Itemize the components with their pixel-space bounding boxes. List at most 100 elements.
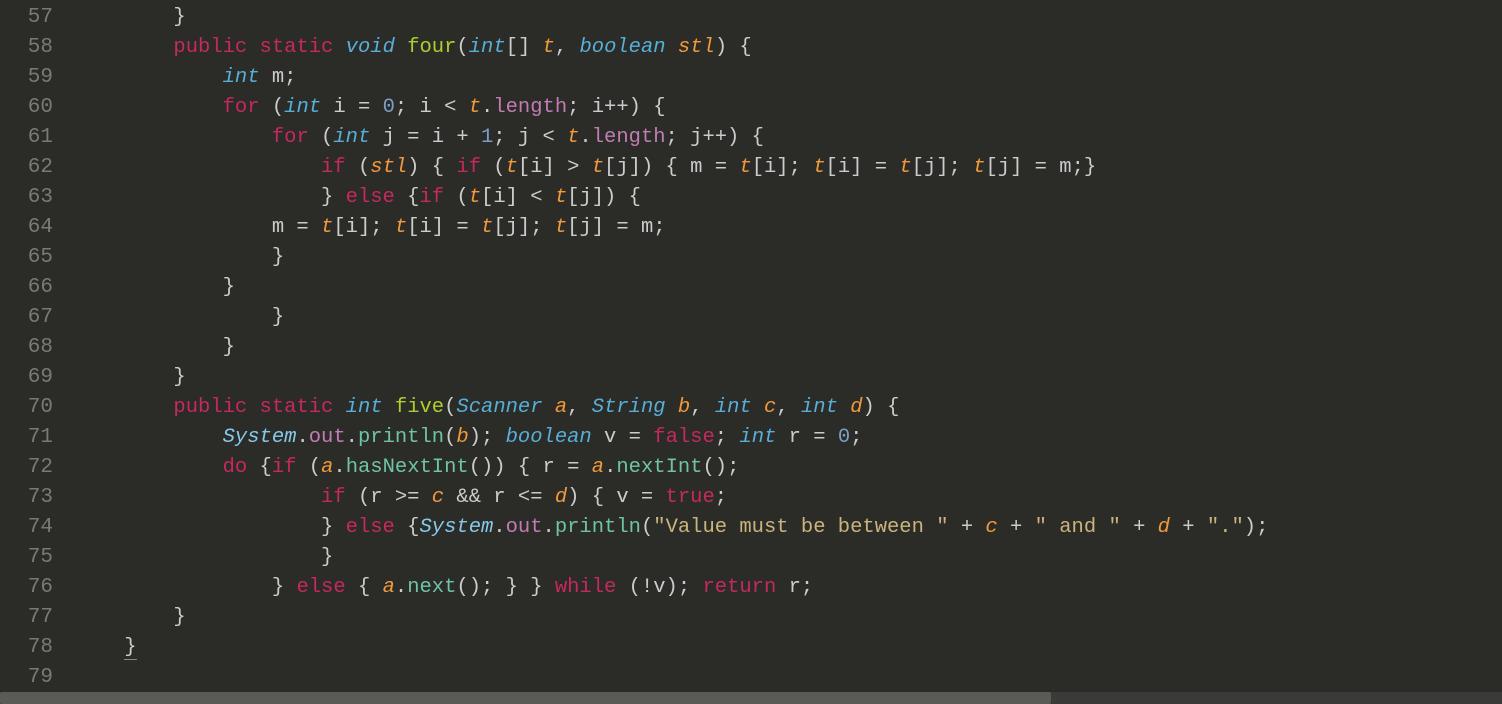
token-vd: + [1121,516,1158,539]
token-br: ( [309,126,334,149]
token-pm: d [555,486,567,509]
code-line[interactable]: for (int i = 0; i < t.length; i++) { [75,93,1502,123]
token-pm: t [973,156,985,179]
token-k: else [296,576,345,599]
code-line[interactable]: public static int five(Scanner a, String… [75,393,1502,423]
line-number: 76 [0,573,53,603]
token-k: if [419,186,444,209]
token-fld: out [309,426,346,449]
code-line[interactable]: } [75,543,1502,573]
line-number: 79 [0,663,53,693]
code-line[interactable]: } else {if (t[i] < t[j]) { [75,183,1502,213]
token-vd: ; i++) { [567,96,665,119]
code-line[interactable]: } [75,603,1502,633]
token-pm: a [555,396,567,419]
line-number: 70 [0,393,53,423]
token-br: ( [260,96,285,119]
token-kt: int [346,396,383,419]
token-br: ) { [407,156,456,179]
token-vd: && r <= [444,486,555,509]
line-number: 69 [0,363,53,393]
code-line[interactable]: if (r >= c && r <= d) { v = true; [75,483,1502,513]
line-number: 60 [0,93,53,123]
token-vd: (r >= [346,486,432,509]
token-k: static [260,396,334,419]
token-k: public [173,36,247,59]
code-line[interactable]: } [75,273,1502,303]
token-vd: ; [715,486,727,509]
token-cf: false [653,426,715,449]
line-number: 73 [0,483,53,513]
code-line[interactable]: m = t[i]; t[i] = t[j]; t[j] = m; [75,213,1502,243]
code-editor[interactable]: 5758596061626364656667686970717273747576… [0,0,1502,704]
token-k: if [456,156,481,179]
token-fn: five [395,396,444,419]
token-br: ( [641,516,653,539]
token-mn: hasNextInt [346,456,469,479]
token-pl [333,36,345,59]
token-pl [75,396,173,419]
code-line[interactable]: if (stl) { if (t[i] > t[j]) { m = t[i]; … [75,153,1502,183]
code-line[interactable]: public static void four(int[] t, boolean… [75,33,1502,63]
horizontal-scrollbar-thumb[interactable] [0,692,1051,704]
token-kt: int [333,126,370,149]
token-vd: [i] = [407,216,481,239]
token-nm: 0 [383,96,395,119]
token-vd: ); [1244,516,1269,539]
token-k: if [321,156,346,179]
code-line[interactable]: System.out.println(b); boolean v = false… [75,423,1502,453]
token-pm: t [395,216,407,239]
token-pl [543,396,555,419]
code-line[interactable]: } [75,363,1502,393]
token-k: else [346,516,395,539]
token-vd: (); } } [456,576,554,599]
token-vd: + [998,516,1035,539]
token-pl [75,486,321,509]
token-pm: c [432,486,444,509]
token-pm: t [813,156,825,179]
code-line[interactable]: } else {System.out.println("Value must b… [75,513,1502,543]
token-st: " and " [1035,516,1121,539]
token-pm: c [764,396,776,419]
token-mn: println [358,426,444,449]
token-vd: [i]; [752,156,814,179]
code-line[interactable]: } else { a.next(); } } while (!v); retur… [75,573,1502,603]
token-pm: a [383,576,395,599]
token-br: ( [444,186,469,209]
token-pl [75,66,223,89]
token-kt: int [715,396,752,419]
token-vd: [i] < [481,186,555,209]
token-vd: + [1170,516,1207,539]
token-pm: t [739,156,751,179]
line-number: 72 [0,453,53,483]
token-kt: boolean [506,426,592,449]
token-vd: ; [850,426,862,449]
token-br: } [75,546,333,569]
token-pm: a [321,456,333,479]
token-pl [333,396,345,419]
token-pm: t [506,156,518,179]
code-line[interactable]: int m; [75,63,1502,93]
token-pm: stl [678,36,715,59]
token-vd: . [543,516,555,539]
horizontal-scrollbar[interactable] [0,692,1502,704]
token-br: } [173,6,185,29]
code-line[interactable]: } [75,243,1502,273]
code-line[interactable]: for (int j = i + 1; j < t.length; j++) { [75,123,1502,153]
line-number: 66 [0,273,53,303]
code-line[interactable]: } [75,633,1502,663]
token-vd: ; [715,426,740,449]
token-pm: d [1158,516,1170,539]
token-mn: next [407,576,456,599]
token-vd: ; j < [493,126,567,149]
code-line[interactable] [75,663,1502,693]
code-line[interactable]: } [75,3,1502,33]
code-area[interactable]: } public static void four(int[] t, boole… [65,0,1502,704]
code-line[interactable]: do {if (a.hasNextInt()) { r = a.nextInt(… [75,453,1502,483]
token-br: [] [506,36,543,59]
token-pm: stl [370,156,407,179]
code-line[interactable]: } [75,303,1502,333]
token-vd: r; [776,576,813,599]
token-tv: System [223,426,297,449]
code-line[interactable]: } [75,333,1502,363]
